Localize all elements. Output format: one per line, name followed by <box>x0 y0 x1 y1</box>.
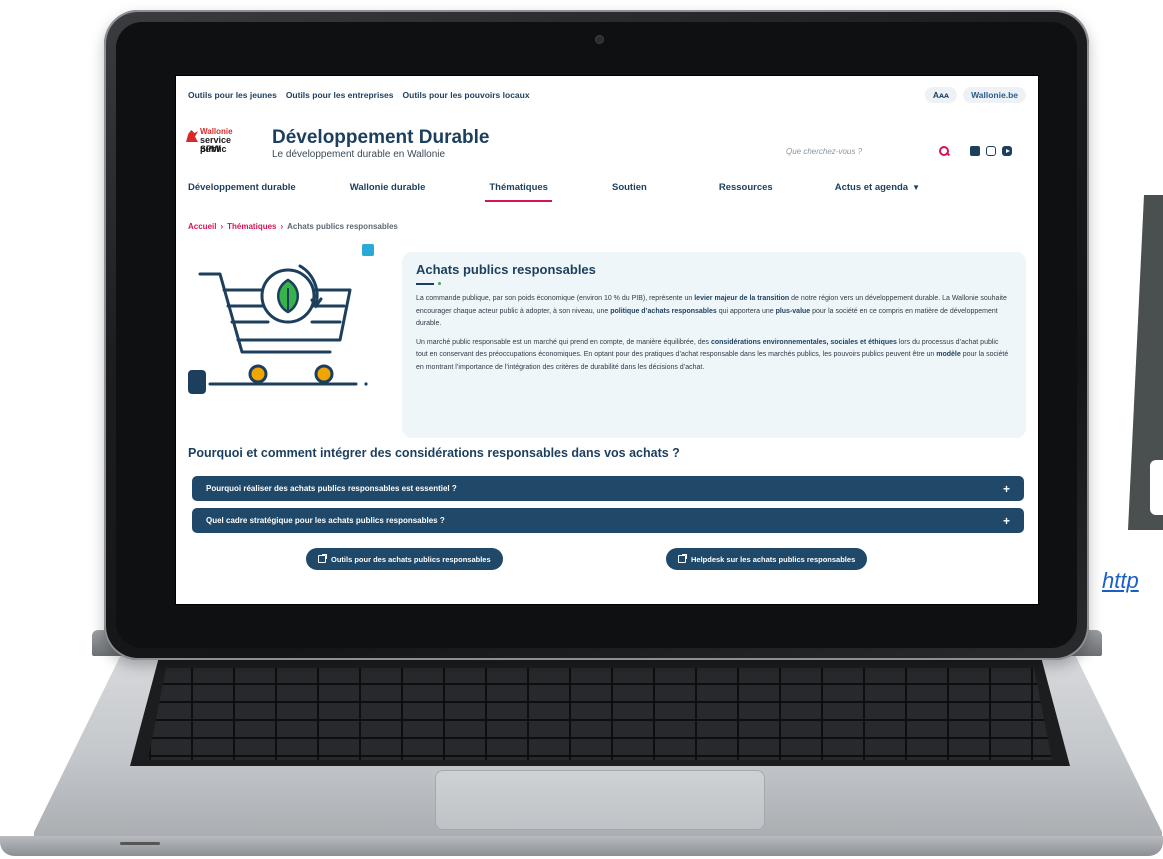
youtube-icon[interactable] <box>1002 146 1012 156</box>
breadcrumb: Accueil › Thématiques › Achats publics respo… <box>188 222 398 231</box>
heading-underline <box>416 282 1012 285</box>
background-partial-link[interactable]: http <box>1102 568 1139 594</box>
breadcrumb-separator: › <box>220 222 224 231</box>
site-title[interactable]: Développement Durable <box>272 128 490 148</box>
nav-actus-et-agenda[interactable]: Actus et agenda ▼ <box>835 182 920 193</box>
outils-button-label: Outils pour des achats publics responsab… <box>331 554 491 564</box>
keyboard-icon <box>148 668 1052 760</box>
external-link-icon <box>318 554 327 563</box>
main-nav: Développement durable Wallonie durable T… <box>176 182 1038 212</box>
p2-text-a: Un marché public responsable est un marc… <box>416 338 711 346</box>
nav-thematiques[interactable]: Thématiques <box>485 182 552 202</box>
p1-text-e: qui apportera une <box>716 307 776 315</box>
rooster-icon <box>186 130 198 142</box>
plus-icon: + <box>1002 513 1010 528</box>
site-branding[interactable]: Wallonie service public SPW Développemen… <box>186 128 490 160</box>
nav-actus-label: Actus et agenda <box>834 182 909 193</box>
cart-wheel-left <box>248 364 268 384</box>
status-led <box>120 842 160 845</box>
intro-paragraph-2: Un marché public responsable est un marc… <box>416 337 1012 375</box>
p1-text-a: La commande publique, par son poids écon… <box>416 295 695 302</box>
site-title-block: Développement Durable Le développement d… <box>272 128 490 161</box>
search-icon[interactable] <box>938 145 950 157</box>
accordion-pourquoi[interactable]: Pourquoi réaliser des achats publics res… <box>192 476 1024 501</box>
section-title: Pourquoi et comment intégrer des considé… <box>188 446 680 460</box>
search-input[interactable] <box>786 146 938 156</box>
touchpad <box>435 770 765 830</box>
logo-line-spw: SPW <box>200 144 221 154</box>
p1-bold-plus-value: plus-value <box>775 307 811 315</box>
laptop-screen: Outils pour les jeunes Outils pour les e… <box>176 76 1038 604</box>
site-subtitle: Le développement durable en Wallonie <box>272 149 446 160</box>
p1-bold-politique: politique d’achats responsables <box>610 307 717 315</box>
accordion-label: Quel cadre stratégique pour les achats p… <box>206 516 445 525</box>
p2-bold-considerations: considérations environnementales, social… <box>710 338 897 346</box>
nav-wallonie-durable[interactable]: Wallonie durable <box>350 182 426 193</box>
helpdesk-button-label: Helpdesk sur les achats publics responsa… <box>691 554 856 564</box>
external-link-icon <box>678 554 687 563</box>
instagram-icon[interactable] <box>986 146 996 156</box>
laptop-mockup-scene: http Outils pour les jeunes Outils pour … <box>0 0 1163 859</box>
background-slab-cutout <box>1150 460 1163 515</box>
accordion-cadre-strategique[interactable]: Quel cadre stratégique pour les achats p… <box>192 508 1024 533</box>
search-box <box>780 140 956 162</box>
font-size-button[interactable]: Aᴀᴀ <box>924 87 958 103</box>
p1-bold-levier: levier majeur de la transition <box>694 295 790 302</box>
breadcrumb-separator: › <box>280 222 284 231</box>
nav-developpement-durable[interactable]: Développement durable <box>188 182 296 193</box>
facebook-icon[interactable] <box>970 146 980 156</box>
utility-link-jeunes[interactable]: Outils pour les jeunes <box>188 90 277 100</box>
utility-bar: Outils pour les jeunes Outils pour les e… <box>176 76 1038 114</box>
breadcrumb-current: Achats publics responsables <box>287 222 398 231</box>
laptop-front-edge <box>0 836 1163 856</box>
navy-block-decoration <box>188 370 206 394</box>
cart-wheel-right <box>314 364 334 384</box>
utility-link-pouvoirs-locaux[interactable]: Outils pour les pouvoirs locaux <box>403 90 530 100</box>
nav-soutien[interactable]: Soutien <box>612 182 647 193</box>
underline-bar <box>416 282 434 285</box>
breadcrumb-home[interactable]: Accueil <box>188 222 216 231</box>
intro-panel: Achats publics responsables La commande … <box>402 252 1026 438</box>
wallonie-be-button[interactable]: Wallonie.be <box>963 87 1026 103</box>
p2-bold-modele: modèle <box>936 351 961 358</box>
helpdesk-button[interactable]: Helpdesk sur les achats publics responsa… <box>666 548 868 570</box>
ground-dot <box>364 382 368 386</box>
nav-ressources[interactable]: Ressources <box>719 182 773 193</box>
cyan-square-decoration <box>362 244 374 256</box>
plus-icon: + <box>1002 481 1010 496</box>
shopping-cart-leaf-illustration <box>188 244 374 394</box>
webcam-icon <box>596 36 603 43</box>
outils-button[interactable]: Outils pour des achats publics responsab… <box>306 548 503 570</box>
underline-dot <box>438 282 441 285</box>
spw-logo[interactable]: Wallonie service public SPW <box>186 128 260 158</box>
breadcrumb-thematiques[interactable]: Thématiques <box>227 222 276 231</box>
utility-link-entreprises[interactable]: Outils pour les entreprises <box>286 90 394 100</box>
accordion-label: Pourquoi réaliser des achats publics res… <box>206 484 457 493</box>
social-links <box>970 146 1012 156</box>
chevron-down-icon: ▼ <box>912 183 921 192</box>
intro-paragraph-1: La commande publique, par son poids écon… <box>416 293 1012 331</box>
intro-heading: Achats publics responsables <box>416 262 596 277</box>
